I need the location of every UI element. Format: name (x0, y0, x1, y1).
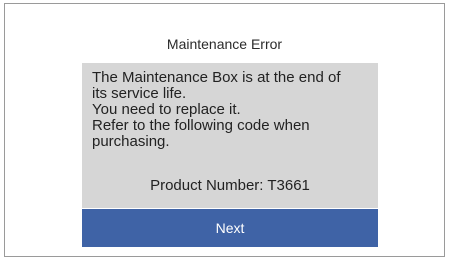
message-panel: The Maintenance Box is at the end of its… (82, 63, 378, 208)
next-button[interactable]: Next (82, 209, 378, 247)
error-message: The Maintenance Box is at the end of its… (92, 69, 341, 150)
printer-screen: Maintenance Error The Maintenance Box is… (4, 3, 445, 257)
product-number: Product Number: T3661 (150, 177, 310, 194)
dialog-title: Maintenance Error (166, 36, 283, 52)
